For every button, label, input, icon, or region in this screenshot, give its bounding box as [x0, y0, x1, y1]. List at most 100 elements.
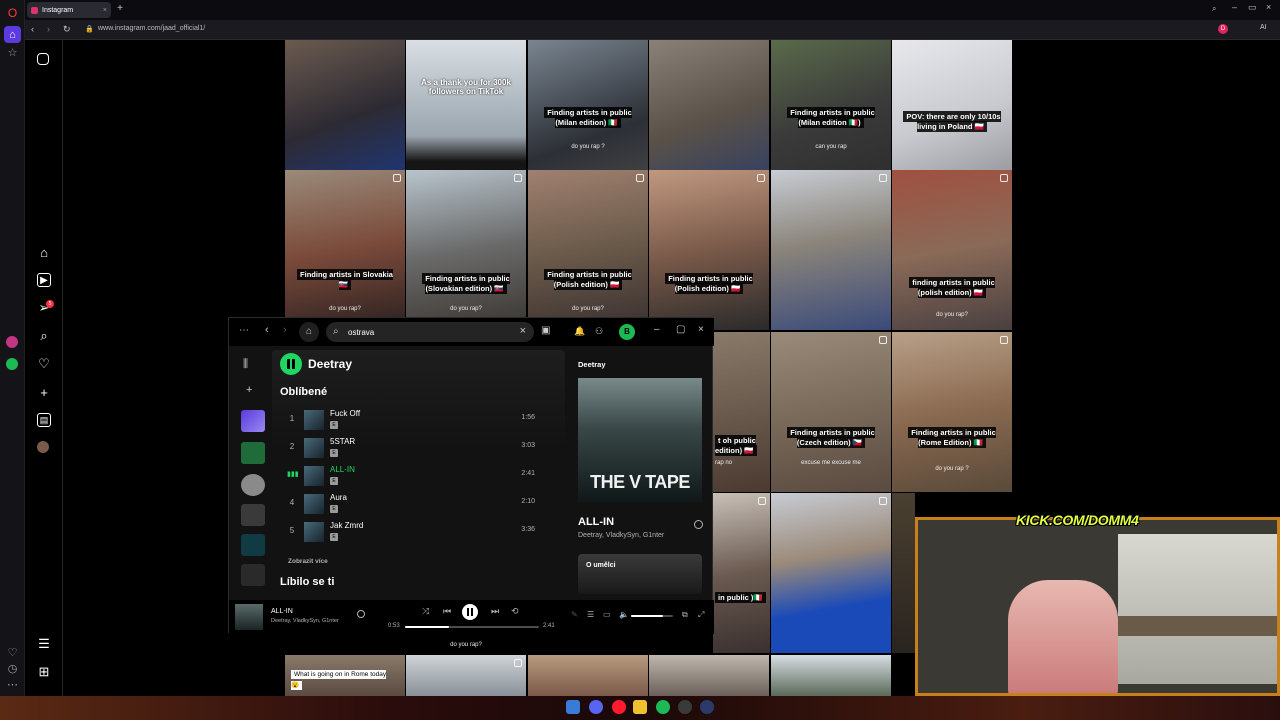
queue-icon[interactable]: ☰	[587, 610, 594, 619]
grid-post[interactable]	[771, 170, 891, 330]
library-playlist-tile[interactable]	[241, 504, 265, 526]
notifications-nav-icon[interactable]: ♡	[37, 356, 51, 371]
menu-icon[interactable]: ☰	[37, 636, 51, 651]
show-more-link[interactable]: Zobrazit více	[288, 558, 328, 565]
saved-episodes-tile[interactable]	[241, 442, 265, 464]
grid-post[interactable]: in public )🇮🇹	[713, 493, 770, 653]
friends-icon[interactable]: ⚇	[595, 326, 603, 337]
add-to-library-icon[interactable]	[694, 520, 703, 529]
about-artist-card[interactable]: O umělci	[578, 554, 702, 594]
reload-icon[interactable]: ↻	[63, 24, 71, 35]
track-row[interactable]: 5 Jak Zmrd E 3:36	[272, 519, 565, 545]
library-playlist-tile[interactable]	[241, 564, 265, 586]
history-icon[interactable]: ◷	[4, 660, 21, 677]
search-tabs-icon[interactable]: ⌕	[1212, 4, 1216, 14]
back-icon[interactable]: ‹	[265, 324, 269, 336]
profile-avatar[interactable]: D	[1218, 24, 1228, 34]
play-pause-button[interactable]	[280, 353, 302, 375]
grid-post[interactable]: finding artists in public (polish editio…	[892, 170, 1012, 330]
app-icon[interactable]	[700, 700, 714, 714]
player-artists[interactable]: Deetray, VladkySyn, G1nter	[271, 618, 339, 624]
spotify-taskbar-icon[interactable]	[656, 700, 670, 714]
home-icon[interactable]: ⌂	[4, 26, 21, 43]
next-icon[interactable]: ⏭	[491, 606, 499, 617]
minimize-window-icon[interactable]: –	[1232, 2, 1237, 12]
pause-button[interactable]	[462, 604, 478, 620]
obs-icon[interactable]	[678, 700, 692, 714]
heart-icon[interactable]: ♡	[4, 644, 21, 661]
grid-post[interactable]: Finding artists in public (Slovakian edi…	[406, 170, 526, 330]
star-icon[interactable]: ☆	[4, 44, 21, 61]
grid-post[interactable]: t oh public edition) 🇵🇱 rap no	[713, 332, 770, 492]
maximize-window-icon[interactable]: ▭	[1248, 2, 1257, 13]
library-playlist-tile[interactable]	[241, 534, 265, 556]
track-row[interactable]: 2 5STAR E 3:03	[272, 435, 565, 461]
close-icon[interactable]: ×	[698, 324, 704, 335]
search-nav-icon[interactable]: ⌕	[37, 328, 51, 343]
more-icon[interactable]: ⋯	[4, 676, 21, 693]
grid-post[interactable]: Finding artists in Slovakia 🇸🇰 do you ra…	[285, 170, 405, 330]
grid-post[interactable]: Finding artists in public (Polish editio…	[649, 170, 769, 330]
more-apps-icon[interactable]: ⊞	[37, 664, 51, 679]
grid-post[interactable]	[771, 493, 891, 653]
new-tab-icon[interactable]: +	[114, 3, 126, 15]
forward-icon[interactable]: ›	[283, 324, 287, 336]
opera-icon[interactable]	[612, 700, 626, 714]
devices-icon[interactable]: ▭	[603, 610, 611, 619]
maximize-icon[interactable]: ▢	[676, 324, 685, 335]
grid-post[interactable]	[649, 655, 769, 696]
search-input[interactable]: ⌕ ostrava ×	[326, 322, 534, 342]
liked-songs-tile[interactable]	[241, 410, 265, 432]
clear-search-icon[interactable]: ×	[520, 325, 526, 337]
discord-icon[interactable]	[589, 700, 603, 714]
grid-post[interactable]: What is going on in Rome today 😮	[285, 655, 405, 696]
forward-icon[interactable]: ›	[47, 24, 50, 34]
grid-post[interactable]	[892, 493, 915, 653]
file-explorer-icon[interactable]	[633, 700, 647, 714]
instagram-logo-icon[interactable]	[37, 53, 49, 65]
spotify-app-icon[interactable]	[6, 358, 18, 370]
notifications-icon[interactable]: 🔔	[574, 326, 585, 337]
url-field[interactable]: www.instagram.com/jaad_official1/	[98, 25, 205, 32]
windows-start-icon[interactable]	[566, 700, 580, 714]
reels-nav-icon[interactable]: ▶	[37, 273, 51, 287]
opera-logo-icon[interactable]: O	[4, 4, 21, 21]
progress-bar[interactable]	[405, 626, 539, 628]
tab-instagram[interactable]: Instagram ×	[27, 2, 111, 18]
grid-post[interactable]: Finding artists in public (Czech edition…	[771, 332, 891, 492]
track-row[interactable]: 1 Fuck Off E 1:56	[272, 407, 565, 433]
grid-post[interactable]	[771, 655, 891, 696]
library-icon[interactable]: ⫼	[243, 358, 248, 371]
browse-icon[interactable]: ▣	[541, 325, 550, 336]
home-button[interactable]: ⌂	[299, 322, 319, 342]
previous-icon[interactable]: ⏮	[443, 606, 451, 617]
track-row[interactable]: 4 Aura E 2:10	[272, 491, 565, 517]
dashboard-nav-icon[interactable]: ▤	[37, 413, 51, 427]
user-avatar[interactable]: B	[619, 324, 635, 340]
minimize-icon[interactable]: –	[654, 324, 660, 335]
library-artist-tile[interactable]	[241, 474, 265, 496]
close-tab-icon[interactable]: ×	[103, 7, 107, 14]
grid-post[interactable]: Finding artists in public (Polish editio…	[528, 170, 648, 330]
create-playlist-icon[interactable]: +	[246, 384, 252, 396]
grid-post[interactable]	[406, 655, 526, 696]
fullscreen-icon[interactable]: ⤢	[698, 610, 704, 620]
grid-post[interactable]: Finding artists in public (Rome Edition)…	[892, 332, 1012, 492]
volume-slider[interactable]	[631, 615, 673, 617]
player-cover[interactable]	[235, 604, 263, 630]
player-track-title[interactable]: ALL-IN	[271, 608, 293, 615]
aria-icon[interactable]: AI	[1260, 24, 1267, 31]
back-icon[interactable]: ‹	[31, 24, 34, 34]
home-nav-icon[interactable]: ⌂	[37, 245, 51, 260]
shuffle-icon[interactable]: ⤨	[422, 606, 429, 617]
now-playing-view-icon[interactable]: ✎	[571, 610, 578, 619]
create-nav-icon[interactable]: +	[37, 385, 51, 400]
profile-avatar-icon[interactable]	[37, 441, 49, 453]
menu-dots-icon[interactable]: ⋯	[239, 325, 249, 336]
repeat-icon[interactable]: ⟲	[511, 606, 519, 617]
close-window-icon[interactable]: ×	[1266, 2, 1271, 12]
add-to-library-icon[interactable]	[357, 610, 365, 618]
instagram-app-icon[interactable]	[6, 336, 18, 348]
miniplayer-icon[interactable]: ⧉	[682, 610, 688, 620]
volume-icon[interactable]: 🔈	[619, 610, 629, 619]
